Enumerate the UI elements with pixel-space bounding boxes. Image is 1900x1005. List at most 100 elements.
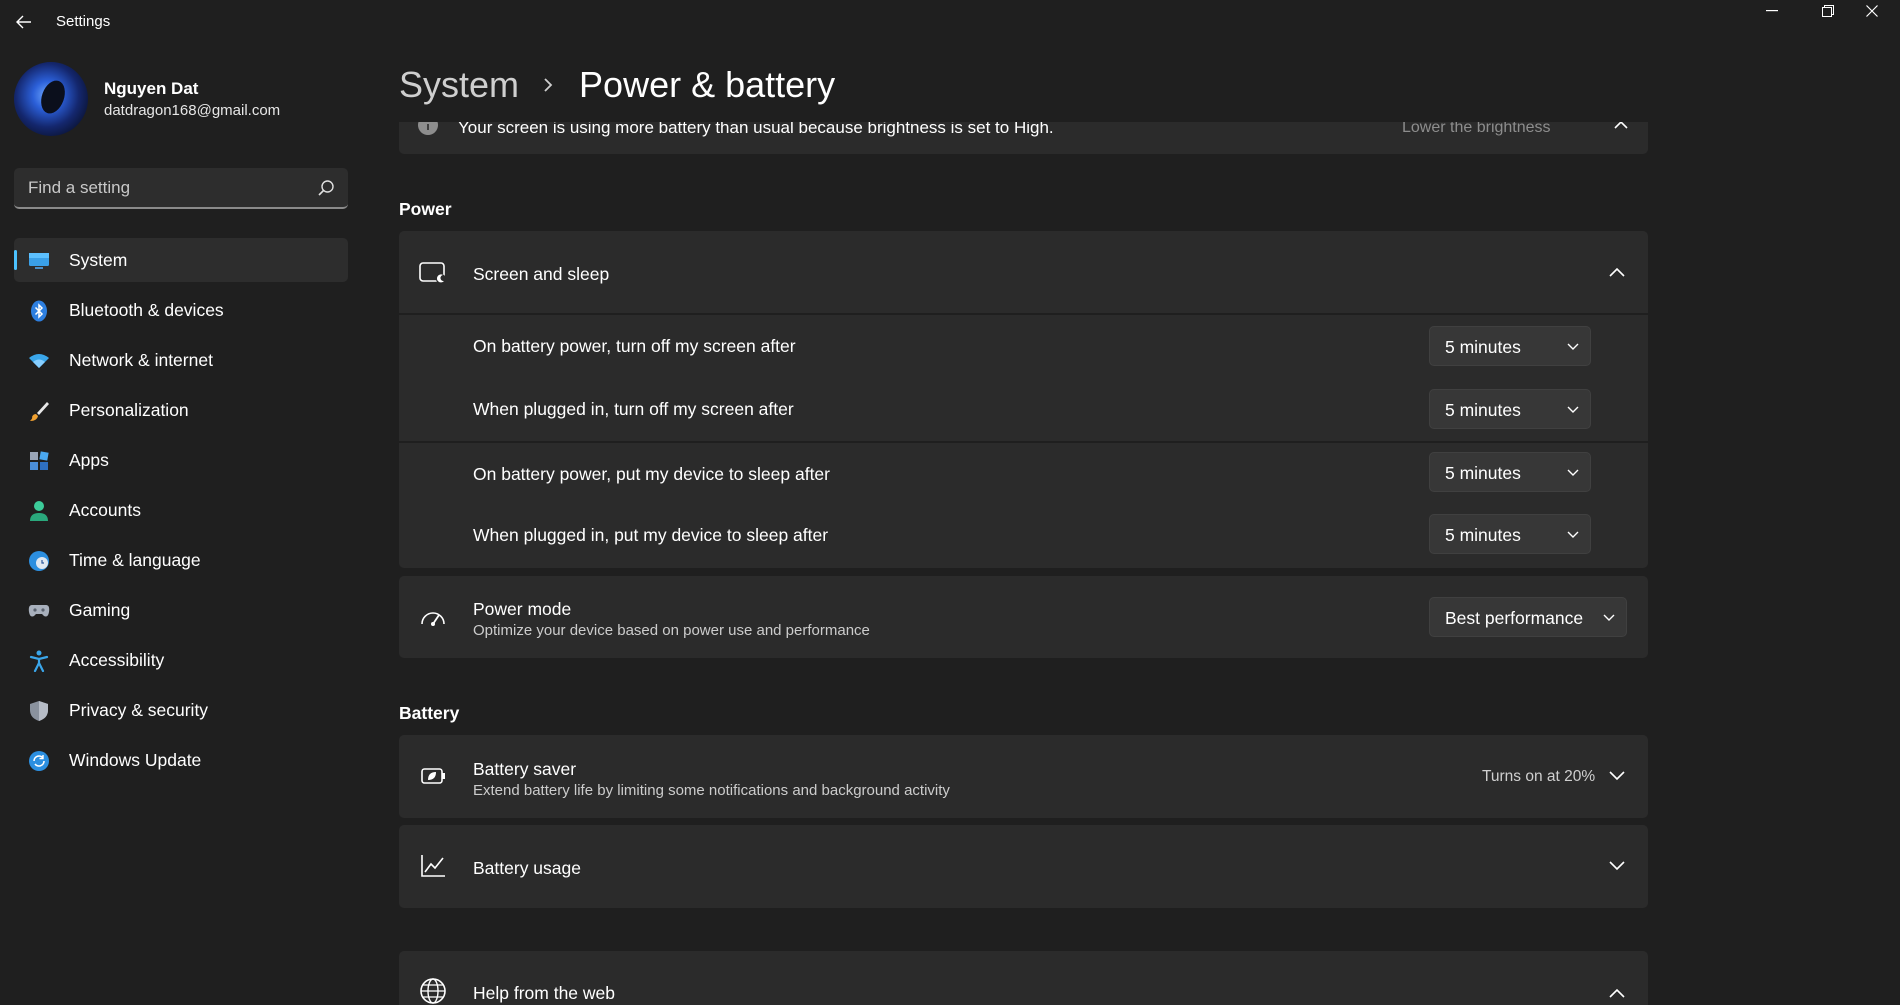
battery-usage-title: Battery usage [473, 858, 581, 878]
search-box[interactable] [14, 168, 348, 209]
dropdown-value: 5 minutes [1445, 400, 1521, 420]
lower-brightness-link[interactable]: Lower the brightness [1402, 122, 1551, 137]
restore-icon [1822, 5, 1834, 17]
screen-off-battery-dropdown[interactable]: 5 minutes [1429, 326, 1591, 366]
sidebar-item-label: Time & language [69, 549, 201, 570]
dropdown-value: 5 minutes [1445, 337, 1521, 357]
title-bar: Settings [0, 0, 1900, 42]
info-icon [418, 122, 438, 135]
screen-sleep-card: Screen and sleep On battery power, turn … [399, 231, 1648, 568]
sidebar-item-system[interactable]: System [14, 238, 348, 282]
globe-clock-icon [28, 550, 50, 572]
battery-usage-card[interactable]: Battery usage [399, 825, 1648, 908]
back-arrow-icon [16, 15, 31, 29]
update-icon [28, 750, 50, 772]
globe-icon [418, 976, 448, 1005]
breadcrumb-parent[interactable]: System [399, 64, 519, 106]
avatar [14, 62, 88, 136]
back-button[interactable] [10, 8, 38, 36]
breadcrumb: System Power & battery [399, 60, 835, 110]
sleep-battery-dropdown[interactable]: 5 minutes [1429, 452, 1591, 492]
wifi-icon [28, 350, 50, 372]
chevron-up-icon[interactable] [1612, 122, 1630, 136]
chevron-down-icon [1602, 611, 1616, 625]
chevron-down-icon[interactable] [1608, 767, 1626, 785]
dropdown-value: 5 minutes [1445, 525, 1521, 545]
battery-saver-card[interactable]: Battery saver Extend battery life by lim… [399, 735, 1648, 818]
chevron-down-icon [1566, 528, 1580, 542]
setting-row: When plugged in, turn off my screen afte… [399, 378, 1648, 441]
setting-row: On battery power, put my device to sleep… [399, 441, 1648, 504]
power-mode-dropdown[interactable]: Best performance [1429, 597, 1627, 637]
brightness-banner: Your screen is using more battery than u… [399, 122, 1648, 154]
setting-label: When plugged in, put my device to sleep … [473, 525, 829, 545]
search-icon[interactable] [316, 178, 336, 198]
sidebar-item-label: Accessibility [69, 649, 165, 670]
sleep-plugged-dropdown[interactable]: 5 minutes [1429, 514, 1591, 554]
page-title: Power & battery [579, 64, 836, 105]
profile-email: datdragon168@gmail.com [104, 102, 281, 119]
dropdown-value: 5 minutes [1445, 463, 1521, 483]
sidebar-item-personalization[interactable]: Personalization [14, 388, 348, 432]
section-title-battery: Battery [399, 703, 460, 723]
setting-label: On battery power, turn off my screen aft… [473, 336, 796, 356]
battery-leaf-icon [418, 761, 448, 791]
battery-saver-description: Extend battery life by limiting some not… [473, 782, 950, 799]
power-mode-description: Optimize your device based on power use … [473, 622, 870, 639]
help-web-title: Help from the web [473, 983, 616, 1003]
gauge-icon [418, 602, 448, 632]
help-web-card[interactable]: Help from the web [399, 951, 1648, 1005]
chevron-down-icon[interactable] [1608, 857, 1626, 875]
chevron-down-icon [1566, 340, 1580, 354]
banner-text: Your screen is using more battery than u… [458, 122, 1054, 137]
shield-icon [28, 700, 50, 722]
section-title-power: Power [399, 199, 452, 219]
chevron-up-icon[interactable] [1608, 263, 1626, 281]
setting-label: On battery power, put my device to sleep… [473, 464, 830, 484]
setting-row: When plugged in, put my device to sleep … [399, 504, 1648, 567]
power-mode-title: Power mode [473, 599, 572, 619]
profile-name: Nguyen Dat [104, 79, 199, 98]
sidebar-item-label: Privacy & security [69, 699, 209, 720]
battery-saver-title: Battery saver [473, 759, 577, 779]
person-icon [28, 500, 50, 522]
line-chart-icon [418, 851, 448, 881]
dropdown-value: Best performance [1445, 608, 1584, 628]
apps-icon [28, 450, 50, 472]
minimize-button[interactable] [1744, 0, 1800, 22]
close-button[interactable] [1844, 0, 1900, 22]
screen-off-plugged-dropdown[interactable]: 5 minutes [1429, 389, 1591, 429]
sidebar-item-network[interactable]: Network & internet [14, 338, 348, 382]
sidebar-item-label: System [69, 249, 128, 270]
battery-saver-status: Turns on at 20% [1482, 768, 1596, 785]
chevron-up-icon[interactable] [1608, 984, 1626, 1002]
screen-sleep-title: Screen and sleep [473, 264, 610, 284]
gamepad-icon [28, 600, 50, 622]
chevron-down-icon [1566, 466, 1580, 480]
user-profile[interactable]: Nguyen Dat datdragon168@gmail.com [14, 62, 344, 136]
sidebar-item-label: Windows Update [69, 749, 202, 770]
sidebar-item-time-language[interactable]: Time & language [14, 538, 348, 582]
sidebar-item-bluetooth[interactable]: Bluetooth & devices [14, 288, 348, 332]
sidebar-item-label: Gaming [69, 599, 131, 620]
sidebar-item-label: Accounts [69, 499, 141, 520]
sidebar-item-accounts[interactable]: Accounts [14, 488, 348, 532]
chevron-down-icon [1566, 403, 1580, 417]
sidebar-item-accessibility[interactable]: Accessibility [14, 638, 348, 682]
minimize-icon [1766, 10, 1778, 12]
app-title: Settings [56, 13, 111, 30]
close-icon [1866, 5, 1878, 17]
sidebar-item-privacy-security[interactable]: Privacy & security [14, 688, 348, 732]
sidebar-nav: System Bluetooth & devices Network & int… [14, 238, 348, 788]
sidebar-item-gaming[interactable]: Gaming [14, 588, 348, 632]
sidebar-item-label: Apps [69, 449, 109, 470]
sidebar-item-label: Bluetooth & devices [69, 299, 224, 320]
screen-sleep-icon [418, 258, 448, 288]
setting-label: When plugged in, turn off my screen afte… [473, 399, 794, 419]
system-display-icon [28, 250, 50, 272]
screen-sleep-header[interactable]: Screen and sleep [399, 231, 1648, 315]
sidebar-item-apps[interactable]: Apps [14, 438, 348, 482]
bluetooth-icon [28, 300, 50, 322]
sidebar-item-windows-update[interactable]: Windows Update [14, 738, 348, 782]
search-input[interactable] [14, 168, 304, 207]
